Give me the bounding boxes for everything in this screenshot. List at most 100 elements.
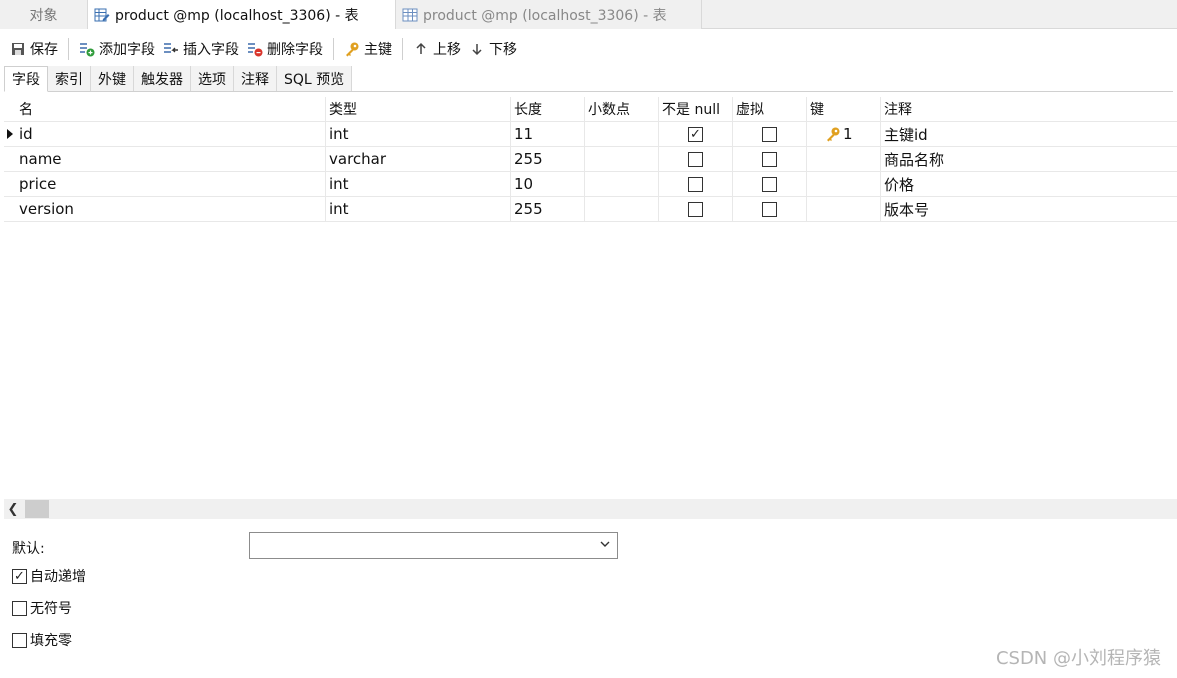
virtual-checkbox[interactable]	[762, 151, 777, 167]
virtual-checkbox[interactable]	[762, 176, 777, 192]
field-type-cell[interactable]: int	[326, 121, 511, 147]
default-label: 默认:	[12, 541, 45, 557]
key-cell[interactable]	[807, 196, 881, 222]
column-header-type[interactable]: 类型	[326, 96, 511, 122]
row-indicator	[4, 122, 16, 147]
column-header-name[interactable]: 名	[16, 96, 326, 122]
table-row[interactable]: id int 11 ✓ 1 主键id	[4, 121, 1177, 147]
key-cell[interactable]	[807, 171, 881, 197]
field-type-cell[interactable]: int	[326, 171, 511, 197]
delete-field-icon	[247, 41, 263, 57]
field-name-cell[interactable]: id	[16, 121, 326, 147]
row-indicator	[4, 197, 16, 222]
fields-grid: 名 类型 长度 小数点 不是 null 虚拟 键 注释 id int 11 ✓ …	[4, 96, 1177, 222]
field-comment-cell[interactable]: 商品名称	[881, 147, 1177, 172]
row-indicator-header	[4, 97, 16, 122]
virtual-checkbox[interactable]	[762, 126, 777, 142]
table-icon	[402, 7, 418, 23]
tab-triggers[interactable]: 触发器	[134, 66, 191, 91]
field-comment-cell[interactable]: 主键id	[881, 122, 1177, 147]
field-decimals-cell[interactable]	[585, 196, 659, 222]
field-name-cell[interactable]: version	[16, 196, 326, 222]
move-up-button[interactable]: 上移	[409, 35, 465, 63]
field-name-cell[interactable]: name	[16, 146, 326, 172]
not-null-checkbox[interactable]	[688, 151, 703, 167]
field-length-cell[interactable]: 255	[511, 146, 585, 172]
default-value-dropdown[interactable]	[249, 532, 618, 559]
add-field-icon	[79, 41, 95, 57]
horizontal-scrollbar[interactable]: ❮	[4, 499, 1177, 519]
tab-table-data-label: product @mp (localhost_3306) - 表	[423, 7, 667, 24]
table-row[interactable]: version int 255 版本号	[4, 196, 1177, 222]
field-decimals-cell[interactable]	[585, 171, 659, 197]
primary-key-button[interactable]: 主键	[340, 35, 396, 63]
not-null-checkbox[interactable]: ✓	[688, 126, 703, 142]
scrollbar-thumb[interactable]	[25, 500, 49, 518]
field-decimals-cell[interactable]	[585, 146, 659, 172]
tab-objects[interactable]: 对象	[0, 0, 88, 29]
column-header-comment[interactable]: 注释	[881, 97, 1177, 122]
unsigned-label: 无符号	[30, 601, 72, 617]
unsigned-option[interactable]: 无符号	[12, 598, 72, 618]
not-null-checkbox[interactable]	[688, 176, 703, 192]
tab-options[interactable]: 选项	[191, 66, 234, 91]
tab-fields[interactable]: 字段	[4, 66, 48, 92]
design-toolbar: 保存 添加字段 插入字段 删除字段 主键 上移 下移	[0, 32, 1177, 66]
tab-objects-label: 对象	[29, 7, 58, 24]
insert-field-button-label: 插入字段	[183, 42, 239, 58]
current-row-pointer-icon	[7, 129, 13, 139]
document-tab-bar: 对象 product @mp (localhost_3306) - 表 prod…	[0, 0, 1177, 29]
zerofill-option[interactable]: 填充零	[12, 630, 72, 650]
tab-foreign-keys[interactable]: 外键	[91, 66, 134, 91]
field-comment-cell[interactable]: 价格	[881, 172, 1177, 197]
field-name-cell[interactable]: price	[16, 171, 326, 197]
insert-field-icon	[163, 41, 179, 57]
column-header-key[interactable]: 键	[807, 96, 881, 122]
column-header-virtual[interactable]: 虚拟	[733, 96, 807, 122]
not-null-cell: ✓	[659, 121, 733, 147]
unsigned-checkbox[interactable]	[12, 600, 27, 616]
auto-increment-checkbox[interactable]: ✓	[12, 568, 27, 584]
column-header-not-null[interactable]: 不是 null	[659, 96, 733, 122]
key-cell[interactable]: 1	[807, 121, 881, 147]
add-field-button[interactable]: 添加字段	[75, 35, 159, 63]
field-length-cell[interactable]: 255	[511, 196, 585, 222]
table-row[interactable]: name varchar 255 商品名称	[4, 146, 1177, 172]
scroll-left-icon[interactable]: ❮	[6, 501, 20, 517]
key-order-label: 1	[843, 125, 853, 143]
zerofill-checkbox[interactable]	[12, 632, 27, 648]
delete-field-button[interactable]: 删除字段	[243, 35, 327, 63]
auto-increment-option[interactable]: ✓ 自动递增	[12, 566, 86, 586]
column-header-length[interactable]: 长度	[511, 96, 585, 122]
tab-indexes[interactable]: 索引	[48, 66, 91, 91]
insert-field-button[interactable]: 插入字段	[159, 35, 243, 63]
chevron-down-icon	[599, 538, 611, 550]
field-length-cell[interactable]: 11	[511, 121, 585, 147]
column-header-decimals[interactable]: 小数点	[585, 96, 659, 122]
field-decimals-cell[interactable]	[585, 121, 659, 147]
tab-table-design[interactable]: product @mp (localhost_3306) - 表	[88, 0, 396, 29]
tab-comment[interactable]: 注释	[234, 66, 277, 91]
primary-key-button-label: 主键	[364, 42, 392, 58]
tab-table-data[interactable]: product @mp (localhost_3306) - 表	[396, 0, 702, 29]
field-length-cell[interactable]: 10	[511, 171, 585, 197]
toolbar-divider	[402, 38, 403, 60]
virtual-cell	[733, 171, 807, 197]
virtual-checkbox[interactable]	[762, 201, 777, 217]
tab-sql-preview[interactable]: SQL 预览	[277, 66, 353, 91]
virtual-cell	[733, 146, 807, 172]
key-icon	[344, 41, 360, 57]
row-indicator	[4, 147, 16, 172]
not-null-checkbox[interactable]	[688, 201, 703, 217]
save-button[interactable]: 保存	[6, 35, 62, 63]
toolbar-divider	[333, 38, 334, 60]
tab-table-design-label: product @mp (localhost_3306) - 表	[115, 7, 359, 24]
field-type-cell[interactable]: int	[326, 196, 511, 222]
table-row[interactable]: price int 10 价格	[4, 171, 1177, 197]
field-comment-cell[interactable]: 版本号	[881, 197, 1177, 222]
move-down-button[interactable]: 下移	[465, 35, 521, 63]
auto-increment-label: 自动递增	[30, 569, 86, 585]
primary-key-icon	[825, 126, 841, 142]
field-type-cell[interactable]: varchar	[326, 146, 511, 172]
key-cell[interactable]	[807, 146, 881, 172]
